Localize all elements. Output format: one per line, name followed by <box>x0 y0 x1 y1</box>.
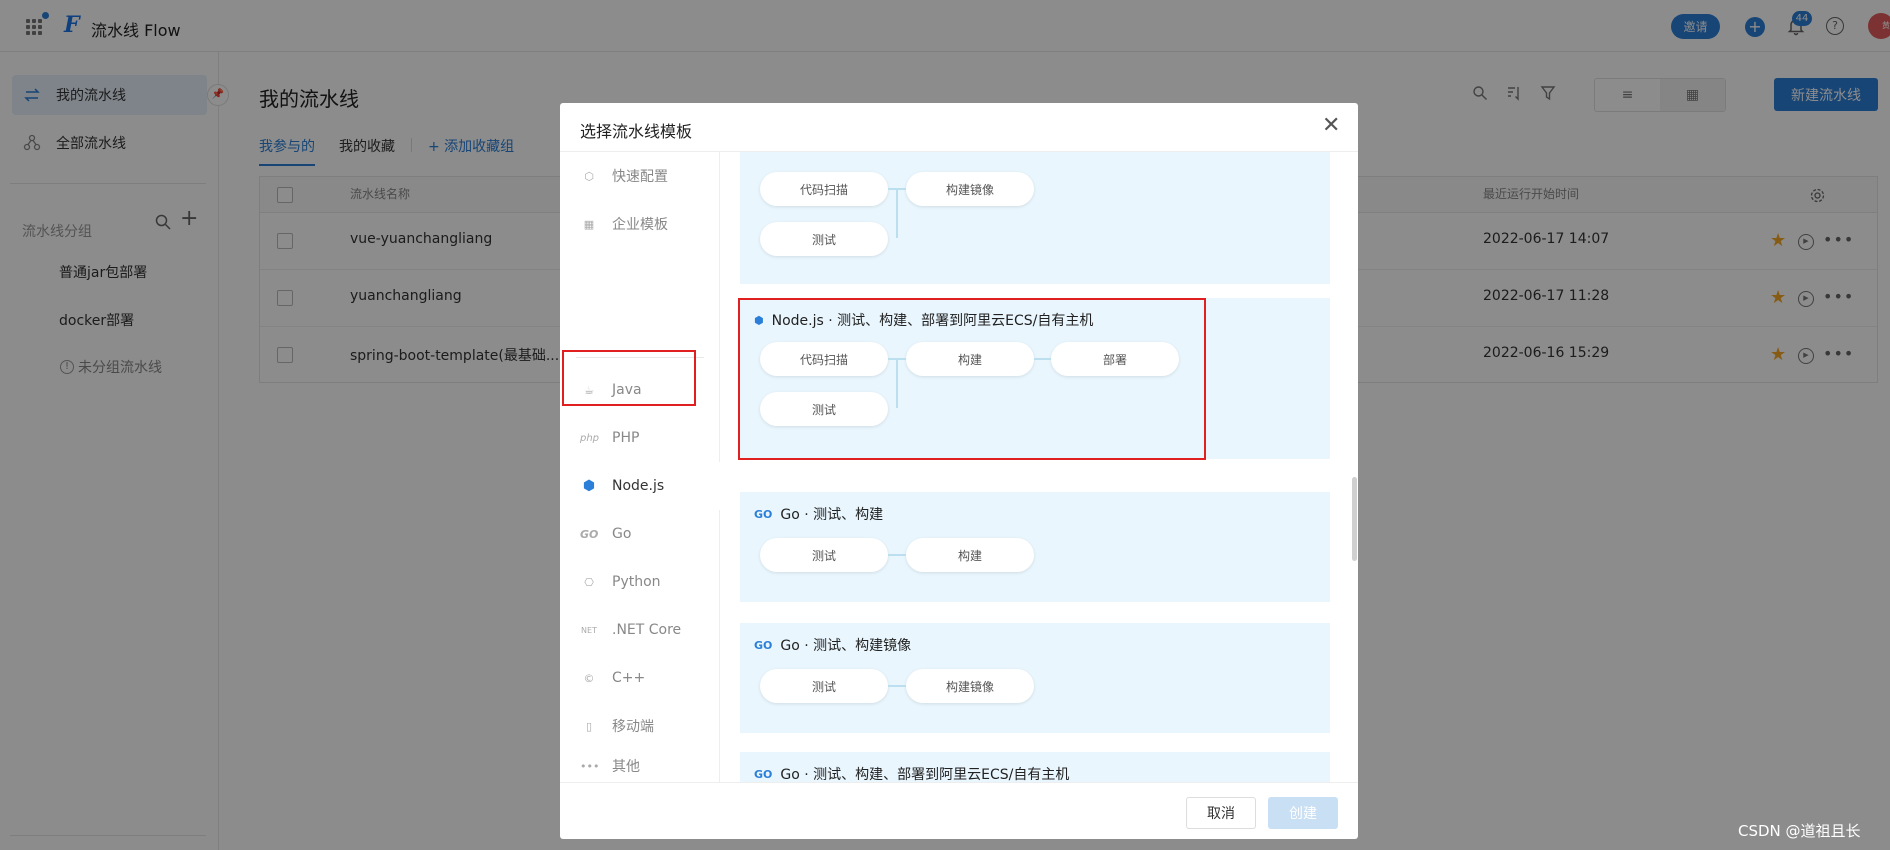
php-icon: php <box>580 432 600 444</box>
stage-pill: 测试 <box>760 538 888 572</box>
stage-pill: 构建镜像 <box>906 172 1034 206</box>
modal-title: 选择流水线模板 <box>580 122 693 141</box>
template-list: 代码扫描 构建镜像 测试 ⬢ Node.js · 测试、构建、部署到阿里云ECS/… <box>720 152 1358 782</box>
stage-connector <box>888 554 906 556</box>
nav-label: C++ <box>612 670 646 686</box>
nav-label: 其他 <box>612 759 640 775</box>
cube-icon: ⬡ <box>584 169 594 183</box>
nav-item-quick-config[interactable]: ⬡ 快速配置 <box>560 152 720 200</box>
nav-item-go[interactable]: GO Go <box>560 510 720 558</box>
nav-label: Node.js <box>612 478 665 494</box>
card-title: GO Go · 测试、构建镜像 <box>754 635 911 655</box>
stage-pill: 构建 <box>906 538 1034 572</box>
stage-pill: 测试 <box>760 669 888 703</box>
python-icon: ⎔ <box>584 575 594 589</box>
cancel-button[interactable]: 取消 <box>1186 797 1256 829</box>
nav-label: PHP <box>612 430 640 446</box>
nodejs-icon: ⬢ <box>582 478 596 494</box>
app-root: F 流水线 Flow 邀请 + 44 ? 黄 我的流水线 📌 全部流水线 流水线… <box>0 0 1890 850</box>
stage-connector <box>896 188 898 238</box>
mobile-icon: ▯ <box>585 719 593 733</box>
card-title: GO Go · 测试、构建 <box>754 504 883 524</box>
nav-item-other[interactable]: ••• 其他 <box>560 750 720 782</box>
nav-item-cpp[interactable]: © C++ <box>560 654 720 702</box>
nav-label: Python <box>612 574 661 590</box>
dotnet-icon: NET <box>581 625 597 635</box>
stage-pill: 构建镜像 <box>906 669 1034 703</box>
watermark: CSDN @道祖且长 <box>1738 822 1861 840</box>
nav-item-dotnet[interactable]: NET .NET Core <box>560 606 720 654</box>
nav-item-enterprise[interactable]: ▦ 企业模板 <box>560 200 720 248</box>
close-icon[interactable]: ✕ <box>1322 113 1340 138</box>
ellipsis-icon: ••• <box>580 759 600 773</box>
template-modal: 选择流水线模板 ✕ ⬡ 快速配置 ▦ 企业模板 ☕ Java php PHP ⬢ Node… <box>560 103 1358 839</box>
card-highlight-box <box>738 298 1206 460</box>
template-card-go-build[interactable]: GO Go · 测试、构建 测试 构建 <box>740 492 1330 602</box>
template-grid-icon: ▦ <box>583 217 595 231</box>
template-card-go-deploy[interactable]: GO Go · 测试、构建、部署到阿里云ECS/自有主机 <box>740 752 1330 782</box>
card-title-text: Go · 测试、构建 <box>780 507 884 523</box>
card-title-text: Go · 测试、构建镜像 <box>780 638 912 654</box>
go-icon: GO <box>754 507 773 521</box>
nav-highlight-box <box>562 350 696 406</box>
stage-pill: 测试 <box>760 222 888 256</box>
stage-connector <box>888 685 906 687</box>
modal-header: 选择流水线模板 ✕ <box>560 103 1358 152</box>
template-card[interactable]: 代码扫描 构建镜像 测试 <box>740 152 1330 284</box>
nav-item-mobile[interactable]: ▯ 移动端 <box>560 702 720 750</box>
nav-item-php[interactable]: php PHP <box>560 414 720 462</box>
card-title: GO Go · 测试、构建、部署到阿里云ECS/自有主机 <box>754 764 1069 782</box>
create-button[interactable]: 创建 <box>1268 797 1338 829</box>
go-icon: GO <box>754 767 773 781</box>
nav-label: 快速配置 <box>612 169 668 185</box>
nav-label: .NET Core <box>612 622 682 638</box>
stage-pill: 代码扫描 <box>760 172 888 206</box>
go-icon: GO <box>754 638 773 652</box>
nav-label: Go <box>612 526 632 542</box>
cpp-icon: © <box>583 671 595 685</box>
go-icon: GO <box>580 527 599 541</box>
card-title-text: Go · 测试、构建、部署到阿里云ECS/自有主机 <box>780 767 1070 782</box>
modal-footer: 取消 创建 <box>560 782 1358 839</box>
scrollbar[interactable] <box>1352 477 1357 561</box>
nav-label: 企业模板 <box>612 217 668 233</box>
template-card-go-image[interactable]: GO Go · 测试、构建镜像 测试 构建镜像 <box>740 623 1330 733</box>
nav-item-python[interactable]: ⎔ Python <box>560 558 720 606</box>
nav-label: 移动端 <box>612 719 654 735</box>
template-category-nav: ⬡ 快速配置 ▦ 企业模板 ☕ Java php PHP ⬢ Node.js GO Go ⎔… <box>560 152 720 782</box>
nav-item-nodejs[interactable]: ⬢ Node.js <box>560 462 720 510</box>
